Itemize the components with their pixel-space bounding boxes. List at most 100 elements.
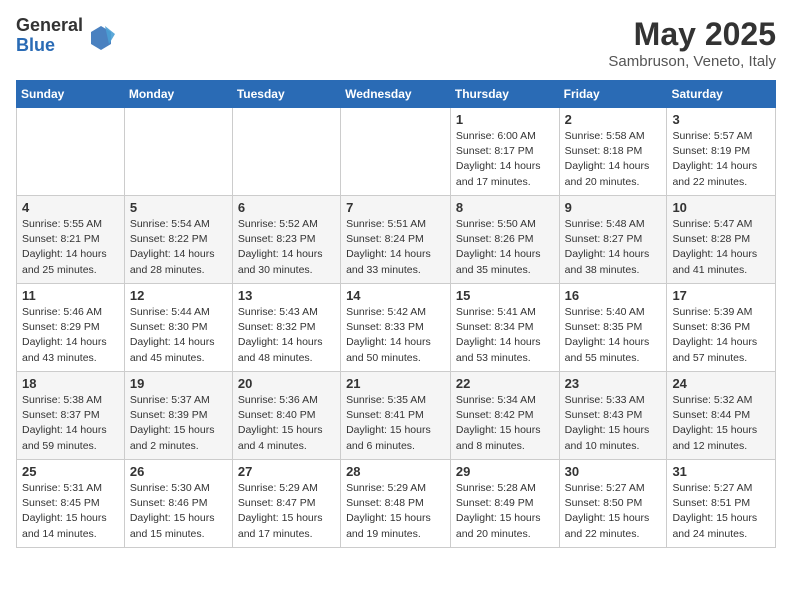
weekday-header: Sunday: [17, 81, 125, 108]
calendar-cell: 22 Sunrise: 5:34 AM Sunset: 8:42 PM Dayli…: [450, 372, 559, 460]
day-number: 5: [130, 200, 227, 215]
day-info: Sunrise: 5:54 AM Sunset: 8:22 PM Dayligh…: [130, 217, 227, 278]
day-info: Sunrise: 5:36 AM Sunset: 8:40 PM Dayligh…: [238, 393, 335, 454]
calendar-cell: [232, 108, 340, 196]
day-info: Sunrise: 5:40 AM Sunset: 8:35 PM Dayligh…: [565, 305, 662, 366]
day-info: Sunrise: 5:48 AM Sunset: 8:27 PM Dayligh…: [565, 217, 662, 278]
calendar-cell: 18Sunrise: 5:38 AM Sunset: 8:37 PM Dayli…: [17, 372, 125, 460]
weekday-header: Monday: [124, 81, 232, 108]
calendar-cell: 21 Sunrise: 5:35 AM Sunset: 8:41 PM Dayli…: [341, 372, 451, 460]
day-number: 27: [238, 464, 335, 479]
calendar-cell: 12 Sunrise: 5:44 AM Sunset: 8:30 PM Dayli…: [124, 284, 232, 372]
calendar-week-row: 1Sunrise: 6:00 AM Sunset: 8:17 PM Daylig…: [17, 108, 776, 196]
calendar-week-row: 11Sunrise: 5:46 AM Sunset: 8:29 PM Dayli…: [17, 284, 776, 372]
logo-blue: Blue: [16, 36, 83, 56]
calendar-cell: 10 Sunrise: 5:47 AM Sunset: 8:28 PM Dayli…: [667, 196, 776, 284]
day-number: 18: [22, 376, 119, 391]
day-info: Sunrise: 5:44 AM Sunset: 8:30 PM Dayligh…: [130, 305, 227, 366]
calendar-cell: 14 Sunrise: 5:42 AM Sunset: 8:33 PM Dayli…: [341, 284, 451, 372]
day-number: 9: [565, 200, 662, 215]
page-header: General Blue May 2025 Sambruson, Veneto,…: [16, 16, 776, 70]
day-number: 6: [238, 200, 335, 215]
calendar-cell: 19 Sunrise: 5:37 AM Sunset: 8:39 PM Dayli…: [124, 372, 232, 460]
calendar-cell: 4Sunrise: 5:55 AM Sunset: 8:21 PM Daylig…: [17, 196, 125, 284]
logo: General Blue: [16, 16, 115, 56]
day-number: 30: [565, 464, 662, 479]
weekday-header: Friday: [559, 81, 667, 108]
day-info: Sunrise: 5:51 AM Sunset: 8:24 PM Dayligh…: [346, 217, 445, 278]
day-info: Sunrise: 5:58 AM Sunset: 8:18 PM Dayligh…: [565, 129, 662, 190]
calendar-week-row: 18Sunrise: 5:38 AM Sunset: 8:37 PM Dayli…: [17, 372, 776, 460]
calendar-cell: 13 Sunrise: 5:43 AM Sunset: 8:32 PM Dayli…: [232, 284, 340, 372]
day-number: 10: [672, 200, 770, 215]
day-info: Sunrise: 5:34 AM Sunset: 8:42 PM Dayligh…: [456, 393, 554, 454]
calendar-cell: 20 Sunrise: 5:36 AM Sunset: 8:40 PM Dayli…: [232, 372, 340, 460]
day-info: Sunrise: 5:43 AM Sunset: 8:32 PM Dayligh…: [238, 305, 335, 366]
calendar-week-row: 4Sunrise: 5:55 AM Sunset: 8:21 PM Daylig…: [17, 196, 776, 284]
day-info: Sunrise: 5:46 AM Sunset: 8:29 PM Dayligh…: [22, 305, 119, 366]
calendar-cell: 25 Sunrise: 5:31 AM Sunset: 8:45 PM Dayli…: [17, 460, 125, 548]
day-number: 21: [346, 376, 445, 391]
calendar-cell: 6 Sunrise: 5:52 AM Sunset: 8:23 PM Daylig…: [232, 196, 340, 284]
day-number: 26: [130, 464, 227, 479]
day-number: 8: [456, 200, 554, 215]
calendar-cell: 3 Sunrise: 5:57 AM Sunset: 8:19 PM Daylig…: [667, 108, 776, 196]
day-number: 14: [346, 288, 445, 303]
calendar-cell: 9 Sunrise: 5:48 AM Sunset: 8:27 PM Daylig…: [559, 196, 667, 284]
day-number: 20: [238, 376, 335, 391]
day-info: Sunrise: 5:28 AM Sunset: 8:49 PM Dayligh…: [456, 481, 554, 542]
day-info: Sunrise: 5:29 AM Sunset: 8:47 PM Dayligh…: [238, 481, 335, 542]
month-title: May 2025: [608, 16, 776, 53]
calendar-cell: 15 Sunrise: 5:41 AM Sunset: 8:34 PM Dayli…: [450, 284, 559, 372]
calendar-cell: 2 Sunrise: 5:58 AM Sunset: 8:18 PM Daylig…: [559, 108, 667, 196]
day-info: Sunrise: 5:42 AM Sunset: 8:33 PM Dayligh…: [346, 305, 445, 366]
calendar-table: SundayMondayTuesdayWednesdayThursdayFrid…: [16, 80, 776, 548]
calendar-cell: 1Sunrise: 6:00 AM Sunset: 8:17 PM Daylig…: [450, 108, 559, 196]
calendar-cell: [341, 108, 451, 196]
day-info: Sunrise: 5:47 AM Sunset: 8:28 PM Dayligh…: [672, 217, 770, 278]
day-number: 2: [565, 112, 662, 127]
calendar-cell: 28 Sunrise: 5:29 AM Sunset: 8:48 PM Dayli…: [341, 460, 451, 548]
calendar-week-row: 25 Sunrise: 5:31 AM Sunset: 8:45 PM Dayli…: [17, 460, 776, 548]
day-number: 22: [456, 376, 554, 391]
calendar-cell: 30 Sunrise: 5:27 AM Sunset: 8:50 PM Dayli…: [559, 460, 667, 548]
day-info: Sunrise: 5:35 AM Sunset: 8:41 PM Dayligh…: [346, 393, 445, 454]
day-number: 16: [565, 288, 662, 303]
day-info: Sunrise: 5:37 AM Sunset: 8:39 PM Dayligh…: [130, 393, 227, 454]
day-number: 4: [22, 200, 119, 215]
logo-text: General Blue: [16, 16, 83, 56]
calendar-cell: 27 Sunrise: 5:29 AM Sunset: 8:47 PM Dayli…: [232, 460, 340, 548]
calendar-cell: 23 Sunrise: 5:33 AM Sunset: 8:43 PM Dayli…: [559, 372, 667, 460]
day-number: 13: [238, 288, 335, 303]
calendar-cell: 5 Sunrise: 5:54 AM Sunset: 8:22 PM Daylig…: [124, 196, 232, 284]
calendar-cell: [124, 108, 232, 196]
day-info: Sunrise: 5:31 AM Sunset: 8:45 PM Dayligh…: [22, 481, 119, 542]
day-number: 23: [565, 376, 662, 391]
day-number: 12: [130, 288, 227, 303]
day-number: 28: [346, 464, 445, 479]
weekday-header: Wednesday: [341, 81, 451, 108]
calendar-cell: 31Sunrise: 5:27 AM Sunset: 8:51 PM Dayli…: [667, 460, 776, 548]
day-number: 1: [456, 112, 554, 127]
weekday-header: Saturday: [667, 81, 776, 108]
day-number: 3: [672, 112, 770, 127]
logo-icon: [87, 22, 115, 50]
day-info: Sunrise: 5:30 AM Sunset: 8:46 PM Dayligh…: [130, 481, 227, 542]
day-info: Sunrise: 5:41 AM Sunset: 8:34 PM Dayligh…: [456, 305, 554, 366]
weekday-header-row: SundayMondayTuesdayWednesdayThursdayFrid…: [17, 81, 776, 108]
calendar-cell: 17Sunrise: 5:39 AM Sunset: 8:36 PM Dayli…: [667, 284, 776, 372]
day-info: Sunrise: 5:29 AM Sunset: 8:48 PM Dayligh…: [346, 481, 445, 542]
day-number: 31: [672, 464, 770, 479]
day-info: Sunrise: 5:57 AM Sunset: 8:19 PM Dayligh…: [672, 129, 770, 190]
calendar-cell: 26 Sunrise: 5:30 AM Sunset: 8:46 PM Dayli…: [124, 460, 232, 548]
day-info: Sunrise: 5:33 AM Sunset: 8:43 PM Dayligh…: [565, 393, 662, 454]
calendar-cell: [17, 108, 125, 196]
calendar-cell: 24Sunrise: 5:32 AM Sunset: 8:44 PM Dayli…: [667, 372, 776, 460]
day-number: 25: [22, 464, 119, 479]
day-number: 15: [456, 288, 554, 303]
day-info: Sunrise: 5:52 AM Sunset: 8:23 PM Dayligh…: [238, 217, 335, 278]
day-number: 7: [346, 200, 445, 215]
day-info: Sunrise: 5:27 AM Sunset: 8:50 PM Dayligh…: [565, 481, 662, 542]
calendar-cell: 8Sunrise: 5:50 AM Sunset: 8:26 PM Daylig…: [450, 196, 559, 284]
day-number: 19: [130, 376, 227, 391]
